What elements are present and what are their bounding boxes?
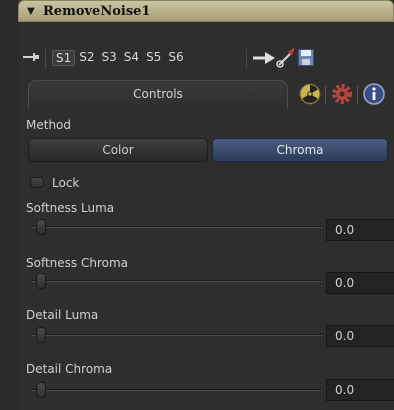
tab-controls[interactable]: Controls xyxy=(28,80,288,108)
method-chroma-button[interactable]: Chroma xyxy=(212,138,388,162)
slot-s5[interactable]: S5 xyxy=(143,50,164,66)
toolbar: S1 S2 S3 S4 S5 S6 xyxy=(18,44,394,72)
softness-chroma-slider-handle[interactable] xyxy=(36,273,46,289)
gear-icon[interactable] xyxy=(330,82,354,106)
detail-luma-label: Detail Luma xyxy=(26,308,99,322)
detail-chroma-slider-track[interactable] xyxy=(32,389,322,391)
detail-chroma-label: Detail Chroma xyxy=(26,362,113,376)
slot-s2[interactable]: S2 xyxy=(76,50,97,66)
radioactive-icon[interactable] xyxy=(298,82,322,106)
softness-luma-slider-track[interactable] xyxy=(32,226,322,228)
softness-chroma-label: Softness Chroma xyxy=(26,256,129,270)
detail-chroma-slider-handle[interactable] xyxy=(36,382,46,398)
version-slots: S1 S2 S3 S4 S5 S6 xyxy=(52,50,188,66)
softness-luma-slider-handle[interactable] xyxy=(36,219,46,235)
slot-s3[interactable]: S3 xyxy=(99,50,120,66)
tool-title: RemoveNoise1 xyxy=(43,4,151,19)
method-color-button[interactable]: Color xyxy=(28,138,208,162)
slot-s4[interactable]: S4 xyxy=(121,50,142,66)
collapse-arrow-icon[interactable]: ▼ xyxy=(27,6,35,17)
arrow-right-icon[interactable] xyxy=(252,50,276,66)
lock-label: Lock xyxy=(52,176,80,190)
toolbar-separator xyxy=(45,49,46,69)
pin-icon[interactable] xyxy=(22,50,40,64)
tool-panel: ▼ RemoveNoise1 S1 S2 S3 S4 S5 S6 Control… xyxy=(18,0,394,410)
detail-luma-slider-handle[interactable] xyxy=(36,327,46,343)
lock-checkbox[interactable] xyxy=(30,177,44,188)
softness-chroma-slider-track[interactable] xyxy=(32,280,322,282)
tab-separator xyxy=(325,86,326,104)
detail-luma-slider-track[interactable] xyxy=(32,334,322,336)
tab-separator xyxy=(357,86,358,104)
tool-header[interactable]: ▼ RemoveNoise1 xyxy=(18,0,394,22)
save-icon[interactable] xyxy=(298,49,314,66)
slot-s1[interactable]: S1 xyxy=(52,50,76,66)
detail-chroma-value[interactable]: 0.0 xyxy=(326,379,394,401)
toolbar-separator xyxy=(246,49,247,69)
softness-luma-value[interactable]: 0.0 xyxy=(326,219,394,241)
tab-bar: Controls xyxy=(18,80,394,108)
method-label: Method xyxy=(26,118,72,132)
info-icon[interactable] xyxy=(362,82,386,106)
picker-wand-icon[interactable] xyxy=(276,46,296,68)
softness-chroma-value[interactable]: 0.0 xyxy=(326,272,394,294)
slot-s6[interactable]: S6 xyxy=(165,50,186,66)
detail-luma-value[interactable]: 0.0 xyxy=(326,325,394,347)
softness-luma-label: Softness Luma xyxy=(26,201,115,215)
